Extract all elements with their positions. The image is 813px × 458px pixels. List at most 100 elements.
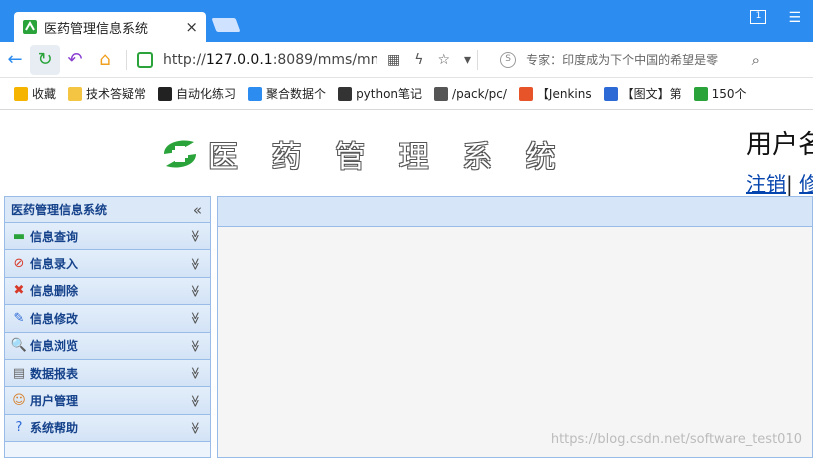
sidebar-menu: ▬ 信息查询 ≫ ⊘ 信息录入 ≫ ✖ 信息删除 ≫ ✎ 信息修改 ≫ 🔍 信息浏览 ≫ ▤ 数据报表 ≫ ☺ 用户管… [5,223,210,443]
user-icon: ☺ [12,393,26,409]
modify-link[interactable]: 修改 [799,172,813,196]
qr-code-icon[interactable]: ▦ [387,52,400,68]
sidebar-item[interactable]: ✖ 信息删除 ≫ [5,277,210,306]
paw-icon [603,86,618,101]
wechat-icon [693,86,708,101]
url-path: :8089/mms/mms [272,51,377,68]
doc-icon [434,86,449,101]
bookmark-label: 聚合数据个 [266,87,327,101]
browse-icon: 🔍 [10,338,28,354]
url-field[interactable]: http://127.0.0.1:8089/mms/mms [163,52,377,68]
address-bar-row: ← ↻ ↶ ⌂ http://127.0.0.1:8089/mms/mms ▦ … [0,42,813,78]
url-prefix: http:// [163,51,206,68]
expand-chevron-icon[interactable]: ≫ [189,367,203,380]
pen-icon [338,86,353,101]
home-icon[interactable]: ⌂ [90,45,120,75]
bookmark-item[interactable]: 技术答疑常 [68,85,146,102]
app-header: 医 药 管 理 系 统 用户名 注销| 修改 [0,110,813,197]
expand-chevron-icon[interactable]: ≫ [189,230,203,243]
folder-icon [68,86,83,101]
main-panel-header [218,197,812,227]
search-icon[interactable]: ⌕ [752,51,760,69]
favorite-star-icon[interactable]: ☆ [437,52,450,68]
expand-chevron-icon[interactable]: ≫ [189,422,203,435]
bookmark-item[interactable]: 聚合数据个 [248,85,326,102]
new-tab-button[interactable] [211,18,241,32]
expand-chevron-icon[interactable]: ≫ [189,285,203,298]
sidebar-item-label: 用户管理 [30,394,79,409]
search-input[interactable]: S 专家：印度成为下个中国的希望是零 ⌕ [500,51,760,69]
reload-icon[interactable]: ↻ [30,44,60,75]
expand-chevron-icon[interactable]: ≫ [189,257,203,270]
bookmark-item[interactable]: 收藏 [14,85,56,102]
bookmark-item[interactable]: /pack/pc/ [434,86,507,101]
sidebar-item[interactable]: ✎ 信息修改 ≫ [5,305,210,333]
divider [477,49,479,70]
user-label: 用户名 [746,130,813,160]
bookmark-label: python笔记 [356,87,423,101]
window-badge-icon[interactable]: 1 [750,10,767,24]
bookmark-label: /pack/pc/ [452,86,507,101]
back-icon[interactable]: ← [0,45,30,75]
main-panel: https://blog.csdn.net/software_test010 [217,196,813,458]
bookmark-item[interactable]: 150个 [693,85,747,102]
delete-icon: ✖ [13,283,25,299]
bookmark-item[interactable]: 自动化练习 [158,85,236,102]
bookmarks-bar: 收藏 技术答疑常 自动化练习 聚合数据个 python笔记/pack/pc/ 【Jenki… [0,78,813,110]
expand-chevron-icon[interactable]: ≫ [189,339,203,352]
tab-title: 医药管理信息系统 [44,21,149,37]
search-engine-icon[interactable]: S [500,51,517,68]
sidebar-item[interactable]: ☺ 用户管理 ≫ [5,387,210,415]
help-icon: ? [15,420,23,436]
expand-chevron-icon[interactable]: ≫ [189,312,203,325]
menu-icon[interactable]: ☰ [788,10,801,26]
divider [126,49,127,70]
query-icon: ▬ [12,228,26,244]
tab-close-icon[interactable]: × [185,18,198,36]
bookmark-label: 150个 [711,87,747,101]
bookmark-item[interactable]: 【Jenkins [518,85,592,102]
bookmark-label: 【图文】第 [621,87,682,101]
sidebar: 医药管理信息系统 « ▬ 信息查询 ≫ ⊘ 信息录入 ≫ ✖ 信息删除 ≫ ✎ 信息修改 ≫ 🔍 信息浏览… [4,196,211,458]
sidebar-item[interactable]: 🔍 信息浏览 ≫ [5,332,210,360]
sidebar-item-label: 信息浏览 [30,339,79,354]
bookmark-label: 收藏 [32,87,57,101]
sidebar-item-label: 信息删除 [30,284,79,299]
dropdown-icon[interactable]: ▾ [464,52,471,68]
watermark: https://blog.csdn.net/software_test010 [550,432,802,447]
undo-icon[interactable]: ↶ [60,45,90,75]
link-separator: | [786,172,793,196]
bookmark-item[interactable]: 【图文】第 [603,85,682,102]
sidebar-item-label: 系统帮助 [30,421,79,436]
search-placeholder: 专家：印度成为下个中国的希望是零 [526,53,719,67]
terminal-icon [158,86,173,101]
address-actions: ▦ ϟ ☆ ▾ [387,52,471,68]
app-title: 医 药 管 理 系 统 [208,140,568,175]
secure-shield-icon[interactable] [137,51,153,68]
sidebar-item-label: 信息录入 [30,257,79,272]
edit-icon: ✎ [13,310,25,326]
lightning-icon[interactable]: ϟ [414,52,423,68]
browser-titlebar: 医药管理信息系统 × 1 ☰ [0,0,813,42]
collapse-icon[interactable]: « [193,201,202,219]
sidebar-item[interactable]: ▬ 信息查询 ≫ [5,223,210,251]
bookmark-label: 【Jenkins [536,87,592,101]
sidebar-item[interactable]: ⊘ 信息录入 ≫ [5,250,210,278]
browser-tab[interactable]: 医药管理信息系统 × [14,12,206,42]
report-icon: ▤ [12,365,26,381]
sidebar-header: 医药管理信息系统 « [5,197,210,223]
bookmark-item[interactable]: python笔记 [338,85,422,102]
sidebar-item[interactable]: ▤ 数据报表 ≫ [5,359,210,388]
user-links: 注销| 修改 [746,168,813,197]
url-host: 127.0.0.1 [205,51,273,68]
bookmark-label: 技术答疑常 [86,87,147,101]
sidebar-item[interactable]: ? 系统帮助 ≫ [5,414,210,443]
sidebar-item-label: 信息修改 [30,311,79,326]
entry-icon: ⊘ [13,256,25,272]
window-controls: 1 ☰ [750,10,801,26]
sidebar-item-label: 信息查询 [30,229,79,244]
sidebar-item-label: 数据报表 [30,366,79,381]
site-favicon-icon [23,20,37,34]
logout-link[interactable]: 注销 [746,172,786,196]
expand-chevron-icon[interactable]: ≫ [189,394,203,407]
